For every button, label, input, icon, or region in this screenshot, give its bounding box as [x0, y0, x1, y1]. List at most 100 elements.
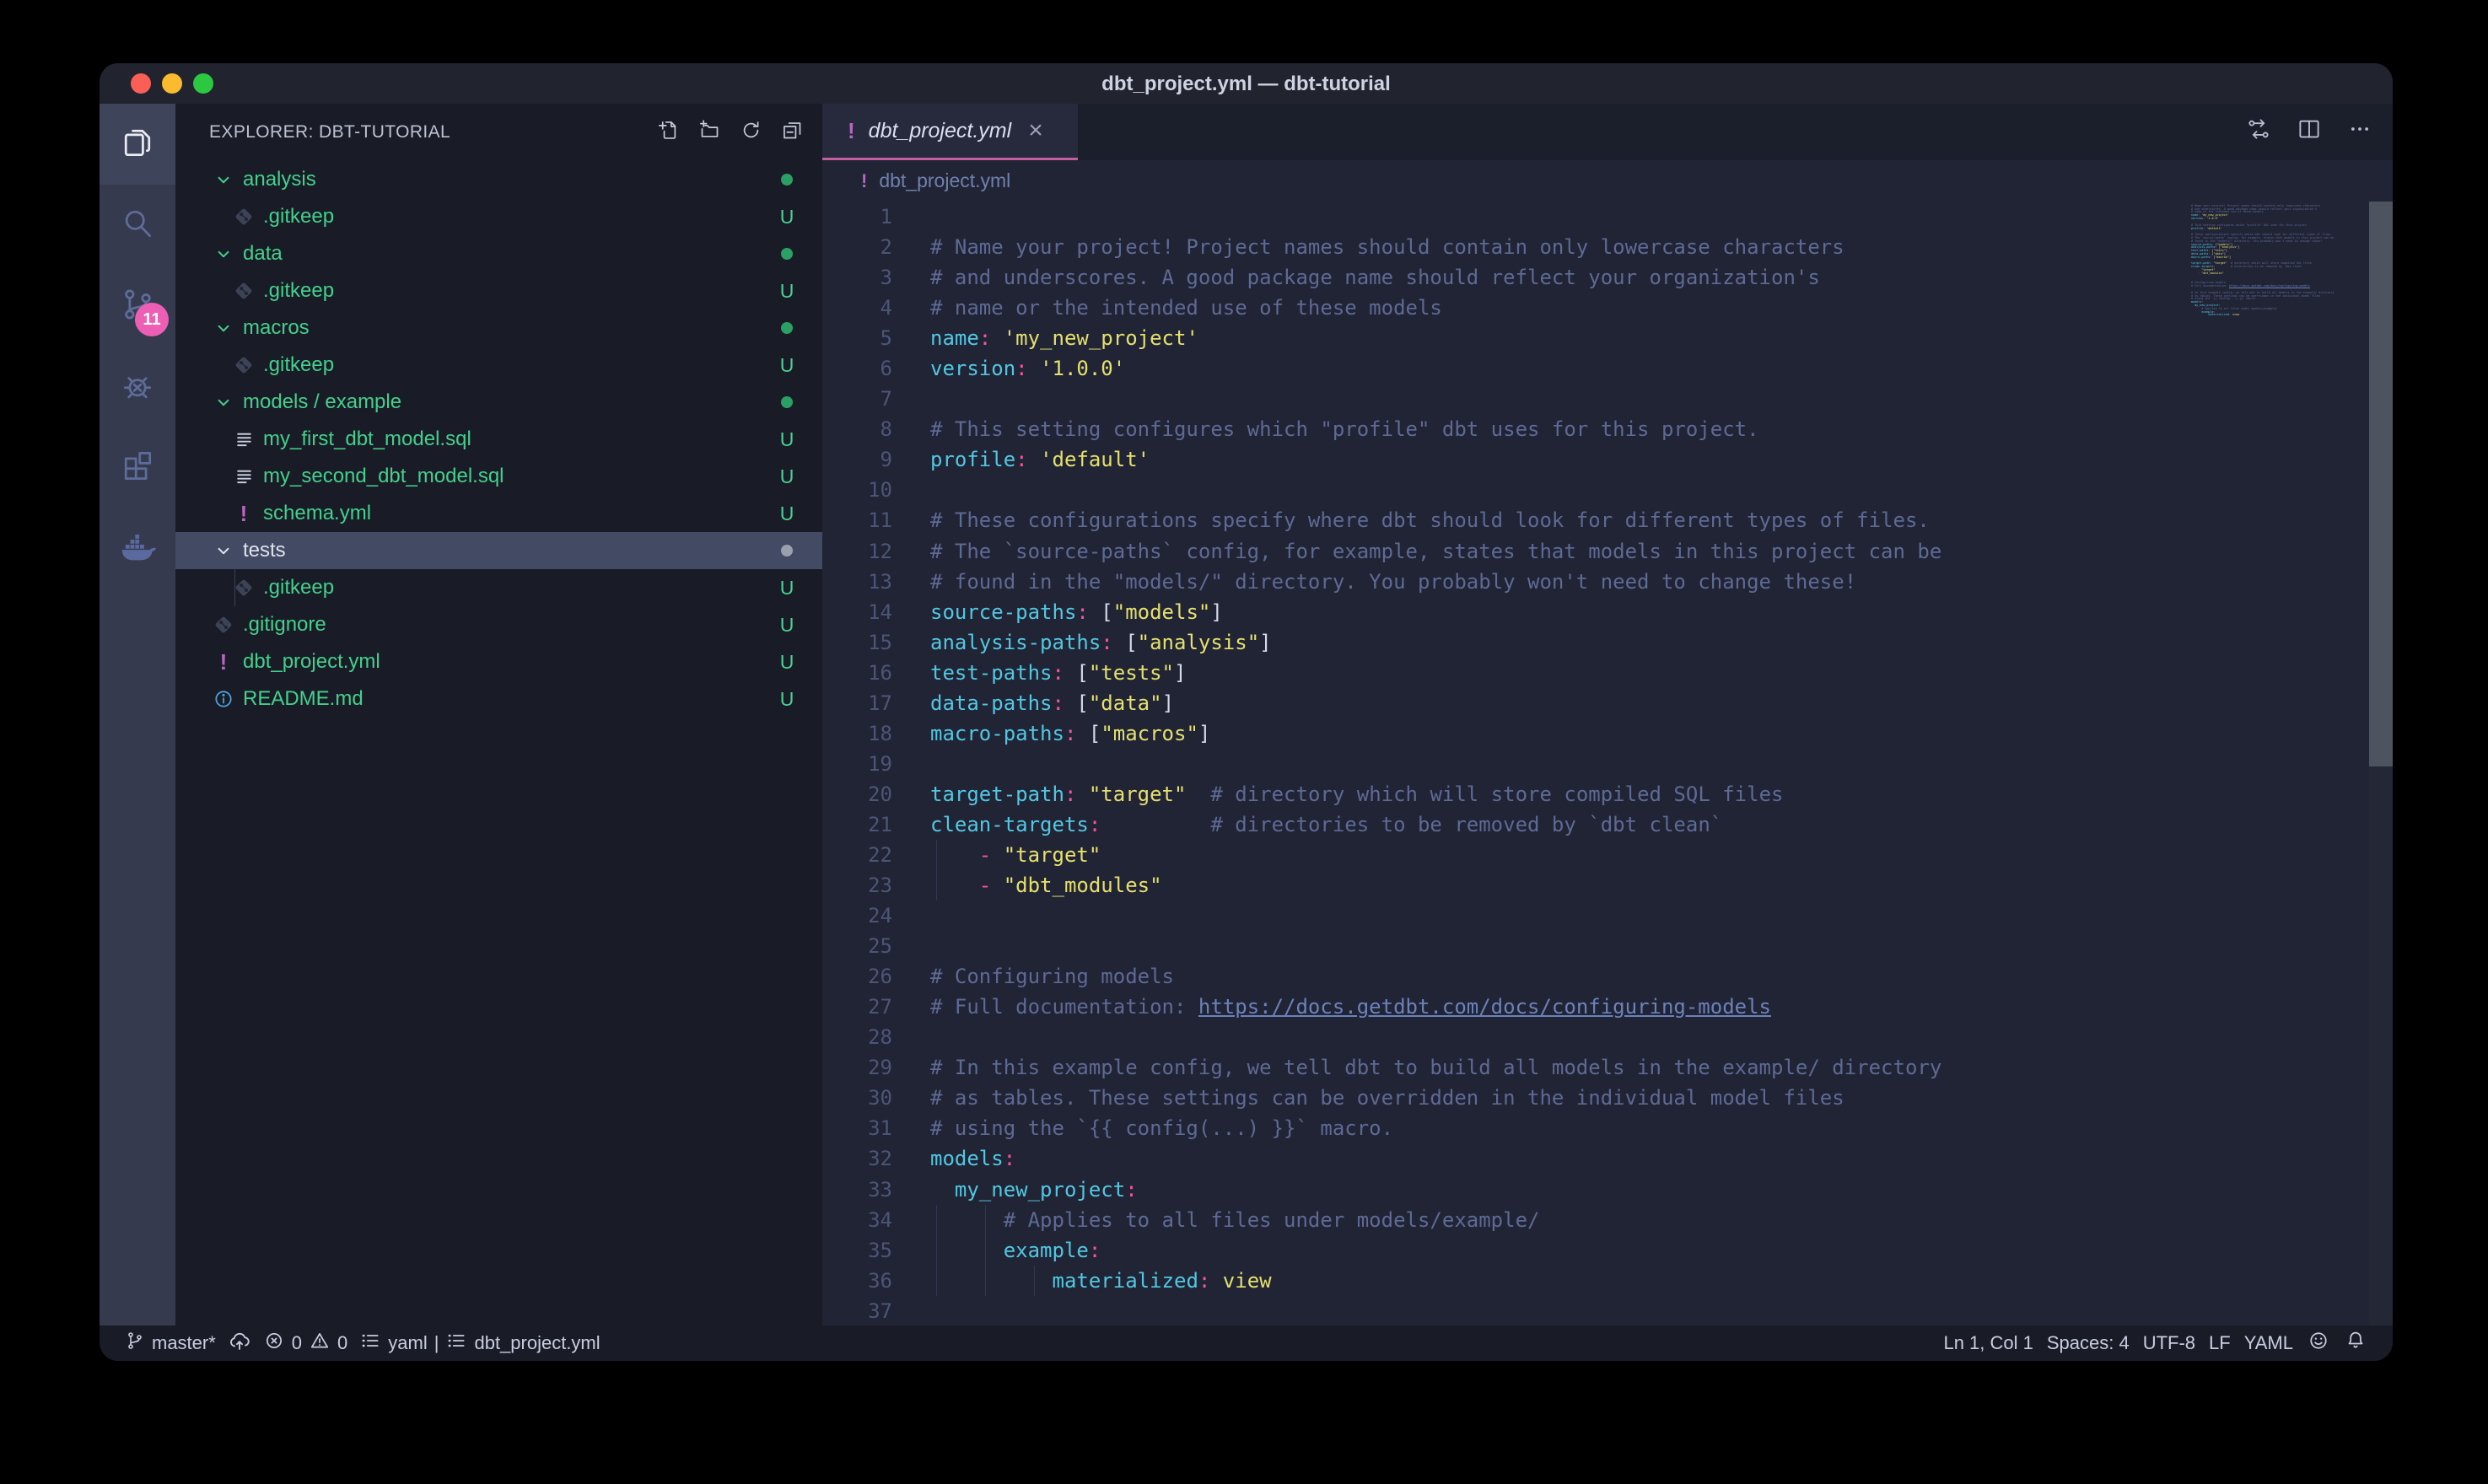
yaml-status-label: yaml [388, 1332, 427, 1354]
tree-item-models-example[interactable]: models / example [175, 384, 822, 421]
collapse-folders-button[interactable] [781, 119, 804, 146]
tree-item-label: dbt_project.yml [243, 650, 768, 674]
open-changes-button[interactable] [2246, 116, 2271, 146]
tab-close-icon[interactable]: × [1028, 118, 1043, 143]
file-tree: analysis.gitkeepUdata.gitkeepUmacros.git… [175, 161, 822, 1325]
search-tab-icon[interactable] [100, 185, 175, 266]
git-untracked-badge: U [780, 614, 794, 637]
tree-item--gitkeep[interactable]: .gitkeepU [175, 272, 822, 309]
indentation-setting[interactable]: Spaces: 4 [2047, 1332, 2130, 1354]
code-line-19: 19 [822, 749, 2187, 779]
status-separator: | [434, 1332, 439, 1354]
line-number: 3 [822, 262, 892, 293]
git-untracked-badge: U [780, 688, 794, 711]
branch-name: master* [152, 1332, 216, 1354]
tree-item--gitkeep[interactable]: .gitkeepU [175, 569, 822, 606]
git-file-icon [233, 577, 255, 599]
language-mode[interactable]: YAML [2244, 1332, 2293, 1354]
tree-item-label: README.md [243, 687, 768, 711]
settings-gear-button[interactable] [100, 1262, 175, 1304]
git-untracked-badge: U [780, 428, 794, 451]
tree-item--gitkeep[interactable]: .gitkeepU [175, 347, 822, 384]
branch-indicator[interactable]: master* [125, 1331, 216, 1356]
code-lines[interactable]: 12# Name your project! Project names sho… [822, 202, 2187, 1325]
files-icon [119, 124, 156, 165]
gear-icon [119, 1262, 156, 1304]
tree-item-readme-md[interactable]: README.md U [175, 680, 822, 718]
tree-item-my-second-dbt-model-sql[interactable]: my_second_dbt_model.sqlU [175, 458, 822, 495]
line-number: 26 [822, 961, 892, 992]
git-changes-dot [781, 322, 793, 334]
line-number: 20 [822, 779, 892, 809]
editor-scrollbar[interactable] [2369, 202, 2393, 1325]
breadcrumb-file[interactable]: dbt_project.yml [879, 169, 1010, 192]
split-editor-button[interactable] [2297, 116, 2322, 146]
feedback-smiley-icon[interactable] [2307, 1329, 2330, 1358]
chevron-down-icon [213, 391, 234, 413]
sidebar-explorer: EXPLORER: DBT-TUTORIAL analysis.gitkeepU… [175, 104, 822, 1325]
line-number: 9 [822, 444, 892, 475]
tree-item--gitignore[interactable]: .gitignore U [175, 606, 822, 643]
code-line-3: 3# and underscores. A good package name … [822, 262, 2187, 293]
eol-setting[interactable]: LF [2209, 1332, 2231, 1354]
line-number: 23 [822, 870, 892, 901]
code-line-13: 13# found in the "models/" directory. Yo… [822, 567, 2187, 597]
list-icon [445, 1330, 467, 1357]
tree-item-analysis[interactable]: analysis [175, 161, 822, 198]
code-line-31: 31# using the `{{ config(...) }}` macro. [822, 1113, 2187, 1143]
line-number: 30 [822, 1083, 892, 1113]
encoding-setting[interactable]: UTF-8 [2143, 1332, 2195, 1354]
line-number: 11 [822, 505, 892, 535]
line-number: 34 [822, 1205, 892, 1235]
line-number: 10 [822, 475, 892, 505]
extensions-tab-icon[interactable] [100, 427, 175, 508]
docker-tab-icon[interactable] [100, 508, 175, 589]
chevron-down-icon [213, 540, 234, 562]
code-line-5: 5name: 'my_new_project' [822, 323, 2187, 353]
yaml-file-icon: ! [861, 170, 867, 192]
tree-item-tests[interactable]: tests [175, 532, 822, 569]
source-control-tab-icon[interactable]: 11 [100, 266, 175, 347]
tree-item-my-first-dbt-model-sql[interactable]: my_first_dbt_model.sqlU [175, 421, 822, 458]
new-folder-button[interactable] [698, 119, 721, 146]
indent-guide [234, 569, 235, 606]
tree-item-schema-yml[interactable]: !schema.ymlU [175, 495, 822, 532]
yaml-file-icon: ! [848, 118, 855, 144]
info-file-icon [213, 688, 234, 710]
sync-button[interactable] [228, 1329, 251, 1358]
more-actions-button[interactable] [2347, 116, 2372, 146]
tab-dbt-project-yml[interactable]: ! dbt_project.yml × [822, 104, 1078, 160]
tree-item-label: .gitignore [243, 613, 768, 637]
debug-tab-icon[interactable] [100, 347, 175, 427]
code-line-27: 27# Full documentation: https://docs.get… [822, 992, 2187, 1022]
git-file-icon [233, 280, 255, 302]
tree-item-data[interactable]: data [175, 235, 822, 272]
notifications-bell-icon[interactable] [2344, 1329, 2367, 1358]
tab-bar: ! dbt_project.yml × [822, 104, 2393, 160]
breadcrumb[interactable]: ! dbt_project.yml [822, 160, 2393, 202]
tree-item--gitkeep[interactable]: .gitkeepU [175, 198, 822, 235]
minimap[interactable]: # Name your project! Project names shoul… [2187, 202, 2369, 1325]
refresh-button[interactable] [740, 119, 762, 146]
new-file-button[interactable] [657, 119, 680, 146]
tree-item-dbt-project-yml[interactable]: !dbt_project.ymlU [175, 643, 822, 680]
git-changes-dot [781, 174, 793, 186]
chevron-down-icon [213, 243, 234, 265]
git-untracked-badge: U [780, 280, 794, 303]
tree-item-macros[interactable]: macros [175, 309, 822, 347]
vscode-window: dbt_project.yml — dbt-tutorial 11 [100, 63, 2393, 1361]
code-line-18: 18macro-paths: ["macros"] [822, 718, 2187, 749]
git-changes-dot [781, 545, 793, 556]
explorer-tab-icon[interactable] [100, 104, 175, 185]
scrollbar-slider[interactable] [2369, 202, 2393, 766]
code-line-25: 25 [822, 931, 2187, 961]
line-number: 22 [822, 840, 892, 870]
bug-icon [119, 367, 156, 408]
code-line-37: 37 [822, 1296, 2187, 1325]
yaml-status-item[interactable]: yaml | dbt_project.yml [359, 1330, 600, 1357]
problems-indicator[interactable]: 0 0 [263, 1330, 348, 1357]
code-editor[interactable]: 12# Name your project! Project names sho… [822, 202, 2393, 1325]
code-line-21: 21clean-targets: # directories to be rem… [822, 809, 2187, 840]
cursor-position[interactable]: Ln 1, Col 1 [1943, 1332, 2033, 1354]
code-line-15: 15analysis-paths: ["analysis"] [822, 627, 2187, 658]
